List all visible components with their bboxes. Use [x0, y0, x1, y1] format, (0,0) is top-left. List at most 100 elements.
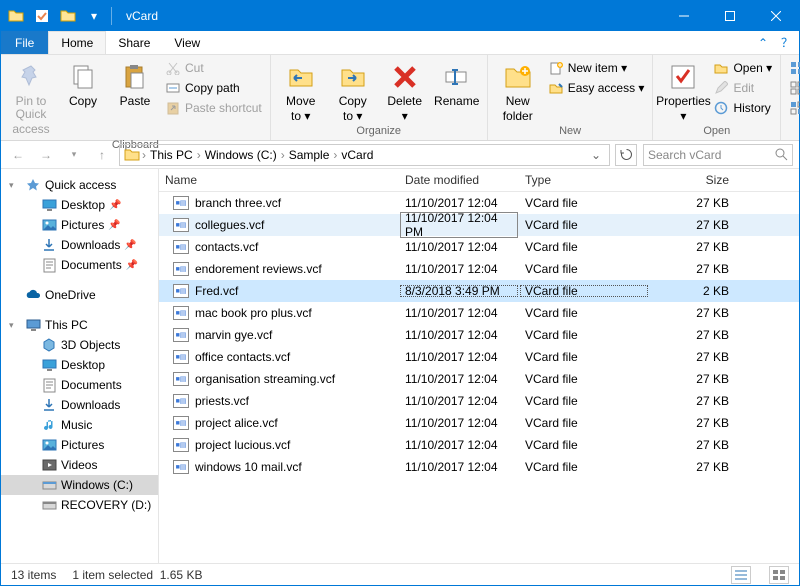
- qat-dropdown-icon[interactable]: ▾: [83, 5, 105, 27]
- file-row[interactable]: ■▤priests.vcf 11/10/2017 12:04 VCard fil…: [159, 390, 799, 412]
- file-row[interactable]: ■▤marvin gye.vcf 11/10/2017 12:04 VCard …: [159, 324, 799, 346]
- copy-button[interactable]: Copy: [59, 59, 107, 108]
- refresh-button[interactable]: [615, 144, 637, 166]
- move-to-icon: [285, 61, 317, 93]
- file-list: Name Date modified Type Size ■▤branch th…: [159, 169, 799, 563]
- file-type: VCard file: [519, 328, 649, 342]
- address-bar[interactable]: › This PC› Windows (C:)› Sample› vCard ⌄: [119, 144, 610, 166]
- move-to-button[interactable]: Moveto ▾: [277, 59, 325, 123]
- nav-item[interactable]: Documents: [1, 375, 158, 395]
- nav-onedrive[interactable]: ▸OneDrive: [1, 285, 158, 305]
- file-type: VCard file: [519, 372, 649, 386]
- column-type[interactable]: Type: [519, 173, 649, 187]
- forward-button[interactable]: →: [35, 144, 57, 166]
- rename-button[interactable]: Rename: [433, 59, 481, 108]
- file-name: Fred.vcf: [195, 284, 238, 298]
- nav-item[interactable]: Desktop: [1, 355, 158, 375]
- easy-access-button[interactable]: Easy access ▾: [546, 79, 647, 97]
- history-button[interactable]: History: [711, 99, 774, 117]
- file-row[interactable]: ■▤contacts.vcf 11/10/2017 12:04 VCard fi…: [159, 236, 799, 258]
- paste-shortcut-icon: [165, 100, 181, 116]
- window-title: vCard: [118, 9, 661, 23]
- nav-item[interactable]: Pictures: [1, 435, 158, 455]
- column-headers[interactable]: Name Date modified Type Size: [159, 169, 799, 192]
- folder-icon: [41, 197, 57, 213]
- nav-item-downloads[interactable]: Downloads📌: [1, 235, 158, 255]
- copy-to-button[interactable]: Copyto ▾: [329, 59, 377, 123]
- close-button[interactable]: [753, 1, 799, 31]
- column-date[interactable]: Date modified: [399, 173, 519, 187]
- properties-icon: [667, 61, 699, 93]
- back-button[interactable]: ←: [7, 144, 29, 166]
- new-folder-button[interactable]: Newfolder: [494, 59, 542, 123]
- file-date: 11/10/2017 12:04: [399, 438, 519, 452]
- file-type: VCard file: [519, 416, 649, 430]
- breadcrumb-item[interactable]: Windows (C:): [203, 148, 279, 162]
- this-pc-icon: [25, 317, 41, 333]
- minimize-button[interactable]: [661, 1, 707, 31]
- file-row[interactable]: ■▤office contacts.vcf 11/10/2017 12:04 V…: [159, 346, 799, 368]
- nav-item[interactable]: Downloads: [1, 395, 158, 415]
- breadcrumb-item[interactable]: This PC: [148, 148, 195, 162]
- file-row[interactable]: ■▤windows 10 mail.vcf 11/10/2017 12:04 V…: [159, 456, 799, 478]
- file-tab[interactable]: File: [1, 31, 48, 54]
- nav-item[interactable]: 3D Objects: [1, 335, 158, 355]
- nav-item[interactable]: Videos: [1, 455, 158, 475]
- file-size: 27 KB: [649, 306, 735, 320]
- nav-item[interactable]: RECOVERY (D:): [1, 495, 158, 515]
- collapse-ribbon-button[interactable]: ⌃: [751, 31, 775, 54]
- view-tab[interactable]: View: [162, 31, 212, 54]
- history-icon: [713, 100, 729, 116]
- nav-item-pictures[interactable]: Pictures📌: [1, 215, 158, 235]
- file-row[interactable]: ■▤Fred.vcf 8/3/2018 3:49 PM VCard file 2…: [159, 280, 799, 302]
- paste-shortcut-button[interactable]: Paste shortcut: [163, 99, 264, 117]
- details-view-button[interactable]: [731, 566, 751, 584]
- easy-access-icon: [548, 80, 564, 96]
- breadcrumb-item[interactable]: Sample: [287, 148, 332, 162]
- copy-path-icon: [165, 80, 181, 96]
- pin-to-quick-access-button[interactable]: Pin to Quickaccess: [7, 59, 55, 137]
- up-button[interactable]: ↑: [91, 144, 113, 166]
- nav-this-pc[interactable]: ▾This PC: [1, 315, 158, 335]
- large-icons-view-button[interactable]: [769, 566, 789, 584]
- search-box[interactable]: Search vCard: [643, 144, 793, 166]
- column-size[interactable]: Size: [649, 173, 735, 187]
- file-size: 27 KB: [649, 328, 735, 342]
- breadcrumb-item[interactable]: vCard: [339, 148, 375, 162]
- file-row[interactable]: ■▤collegues.vcf 11/10/2017 12:04 PM VCar…: [159, 214, 799, 236]
- nav-item-desktop[interactable]: Desktop📌: [1, 195, 158, 215]
- file-row[interactable]: ■▤project lucious.vcf 11/10/2017 12:04 V…: [159, 434, 799, 456]
- file-row[interactable]: ■▤project alice.vcf 11/10/2017 12:04 VCa…: [159, 412, 799, 434]
- onedrive-icon: [25, 287, 41, 303]
- delete-button[interactable]: Delete▾: [381, 59, 429, 123]
- cut-button[interactable]: Cut: [163, 59, 264, 77]
- home-tab[interactable]: Home: [48, 31, 106, 54]
- nav-item-documents[interactable]: Documents📌: [1, 255, 158, 275]
- copy-path-button[interactable]: Copy path: [163, 79, 264, 97]
- open-button[interactable]: Open ▾: [711, 59, 774, 77]
- new-item-button[interactable]: New item ▾: [546, 59, 647, 77]
- file-size: 27 KB: [649, 240, 735, 254]
- file-row[interactable]: ■▤organisation streaming.vcf 11/10/2017 …: [159, 368, 799, 390]
- select-none-button[interactable]: Select none: [787, 79, 800, 97]
- maximize-button[interactable]: [707, 1, 753, 31]
- column-name[interactable]: Name: [159, 173, 399, 187]
- navigation-pane[interactable]: ▾Quick access Desktop📌Pictures📌Downloads…: [1, 169, 159, 563]
- nav-quick-access[interactable]: ▾Quick access: [1, 175, 158, 195]
- properties-button[interactable]: Properties▾: [659, 59, 707, 123]
- file-date: 11/10/2017 12:04: [399, 416, 519, 430]
- edit-button[interactable]: Edit: [711, 79, 774, 97]
- select-all-button[interactable]: Select all: [787, 59, 800, 77]
- recent-locations-button[interactable]: ▾: [63, 144, 85, 166]
- file-row[interactable]: ■▤endorement reviews.vcf 11/10/2017 12:0…: [159, 258, 799, 280]
- share-tab[interactable]: Share: [106, 31, 162, 54]
- help-button[interactable]: ？: [775, 31, 799, 54]
- nav-item[interactable]: Windows (C:): [1, 475, 158, 495]
- drive-icon: [41, 437, 57, 453]
- address-dropdown-icon[interactable]: ⌄: [587, 148, 605, 162]
- paste-button[interactable]: Paste: [111, 59, 159, 108]
- file-row[interactable]: ■▤mac book pro plus.vcf 11/10/2017 12:04…: [159, 302, 799, 324]
- nav-item[interactable]: Music: [1, 415, 158, 435]
- qat-checkbox-icon[interactable]: [31, 5, 53, 27]
- invert-selection-button[interactable]: Invert selection: [787, 99, 800, 117]
